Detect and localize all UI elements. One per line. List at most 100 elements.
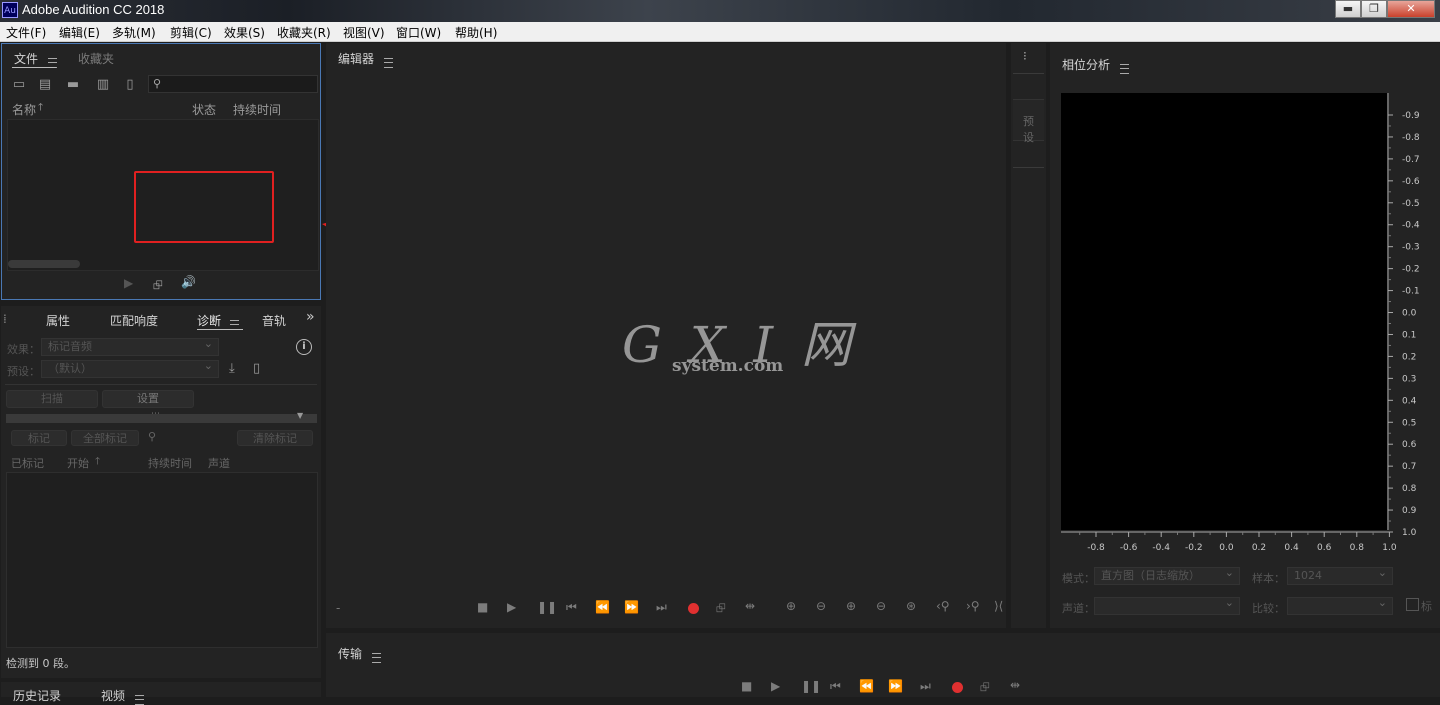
- record-icon[interactable]: [688, 603, 699, 614]
- tab-overflow-left[interactable]: ⁞: [3, 312, 7, 326]
- file-search-input[interactable]: ⚲: [148, 75, 318, 93]
- zoom-out-point-icon[interactable]: ›⚲: [966, 599, 980, 613]
- loop-playback-icon[interactable]: ⮺: [153, 276, 163, 297]
- x-tick-label: -0.2: [1185, 543, 1203, 553]
- save-preset-icon[interactable]: ⤓: [229, 362, 235, 376]
- menu-file[interactable]: 文件(F): [6, 24, 46, 41]
- play-icon[interactable]: ▶: [507, 600, 516, 614]
- autoplay-volume-icon[interactable]: 🔊: [181, 275, 196, 289]
- skip-to-end-icon[interactable]: ⏭: [920, 679, 931, 694]
- scan-button[interactable]: 扫描: [6, 390, 98, 408]
- mode-dropdown[interactable]: 直方图（日志缩放）: [1094, 565, 1240, 585]
- clear-marks-button[interactable]: 清除标记: [237, 430, 313, 446]
- close-button[interactable]: ✕: [1387, 0, 1435, 18]
- pause-icon[interactable]: ❚❚: [537, 600, 557, 614]
- splitter-handle[interactable]: ⋯ ▼: [6, 409, 317, 423]
- menu-clip[interactable]: 剪辑(C): [170, 24, 212, 41]
- stop-icon[interactable]: ■: [477, 600, 488, 614]
- loop-icon[interactable]: ⮺: [980, 678, 990, 699]
- preview-play-icon[interactable]: ▶: [124, 276, 133, 290]
- strip-menu-icon[interactable]: ⁝: [1023, 49, 1027, 63]
- zoom-out-amplitude-icon[interactable]: ⊖: [816, 599, 826, 613]
- diagnostics-menu-icon[interactable]: [230, 319, 239, 330]
- column-start[interactable]: 开始: [67, 455, 89, 471]
- menu-window[interactable]: 窗口(W): [396, 24, 441, 41]
- menu-view[interactable]: 视图(V): [343, 24, 385, 41]
- panel-overflow-icon[interactable]: »: [306, 309, 315, 325]
- tab-tracks[interactable]: 音轨: [262, 312, 286, 329]
- column-channel[interactable]: 声道: [208, 455, 230, 471]
- editor-menu-icon[interactable]: [384, 57, 393, 68]
- import-file-icon[interactable]: ▤: [36, 78, 54, 92]
- tab-video[interactable]: 视频: [101, 687, 125, 704]
- horizontal-scrollbar[interactable]: [8, 260, 80, 268]
- collapse-arrow-icon[interactable]: ▼: [297, 411, 303, 420]
- skip-to-start-icon[interactable]: ⏮: [566, 600, 577, 615]
- column-marked[interactable]: 已标记: [11, 455, 44, 471]
- sort-ascending-icon: 🡑: [38, 102, 44, 113]
- fast-forward-icon[interactable]: ⏩: [624, 600, 639, 614]
- video-menu-icon[interactable]: [135, 694, 144, 705]
- rewind-icon[interactable]: ⏪: [859, 679, 874, 693]
- open-folder-icon[interactable]: ▭: [11, 78, 27, 92]
- presets-tab[interactable]: 预设: [1013, 99, 1044, 144]
- pause-icon[interactable]: ❚❚: [801, 679, 821, 693]
- zoom-icon[interactable]: ⚲: [148, 430, 156, 444]
- column-status[interactable]: 状态: [192, 101, 216, 118]
- files-panel-menu-icon[interactable]: [48, 57, 57, 68]
- mark-checkbox[interactable]: [1406, 598, 1419, 611]
- restore-button[interactable]: ❐: [1361, 0, 1387, 18]
- channel-dropdown[interactable]: [1094, 595, 1240, 615]
- sample-dropdown[interactable]: 1024: [1287, 565, 1393, 585]
- record-icon[interactable]: [952, 682, 963, 693]
- zoom-selection-icon[interactable]: ⟩⟨: [994, 599, 1003, 613]
- skip-to-start-icon[interactable]: ⏮: [830, 679, 841, 694]
- effect-dropdown[interactable]: 标记音频: [41, 336, 219, 356]
- diagnostics-results-list[interactable]: [6, 472, 318, 648]
- info-icon[interactable]: i: [296, 339, 312, 355]
- compare-dropdown[interactable]: [1287, 595, 1393, 615]
- tab-favorites[interactable]: 收藏夹: [78, 50, 114, 67]
- menu-edit[interactable]: 编辑(E): [59, 24, 100, 41]
- editor-panel: 编辑器 G X I 网 system.com - ■ ▶ ❚❚ ⏮ ⏪ ⏩ ⏭ …: [326, 43, 1006, 628]
- zoom-in-amplitude-icon[interactable]: ⊕: [786, 599, 796, 613]
- zoom-full-icon[interactable]: ⊛: [906, 599, 916, 613]
- tab-files[interactable]: 文件: [14, 50, 38, 67]
- zoom-in-time-icon[interactable]: ⊕: [846, 599, 856, 613]
- insert-icon[interactable]: ▥: [92, 78, 114, 92]
- tab-properties[interactable]: 属性: [46, 312, 70, 329]
- transport-menu-icon[interactable]: [372, 652, 381, 663]
- minimize-button[interactable]: ▬: [1335, 0, 1361, 18]
- mark-all-button[interactable]: 全部标记: [71, 430, 139, 446]
- zoom-out-time-icon[interactable]: ⊖: [876, 599, 886, 613]
- column-duration[interactable]: 持续时间: [233, 101, 281, 118]
- tab-diagnostics[interactable]: 诊断: [197, 312, 221, 329]
- zoom-in-point-icon[interactable]: ‹⚲: [936, 599, 950, 613]
- skip-to-end-icon[interactable]: ⏭: [656, 600, 667, 615]
- y-tick-label: -0.6: [1402, 177, 1420, 187]
- delete-icon[interactable]: ▯: [123, 78, 137, 92]
- tab-match-loudness[interactable]: 匹配响度: [110, 312, 158, 329]
- rewind-icon[interactable]: ⏪: [595, 600, 610, 614]
- play-icon[interactable]: ▶: [771, 679, 780, 693]
- fast-forward-icon[interactable]: ⏩: [888, 679, 903, 693]
- new-file-icon[interactable]: ▬: [64, 78, 82, 92]
- preset-dropdown[interactable]: （默认）: [41, 358, 219, 378]
- skip-selection-icon[interactable]: ⇹: [1010, 678, 1020, 692]
- stop-icon[interactable]: ■: [741, 679, 752, 693]
- time-display: -: [336, 601, 341, 615]
- y-tick-label: 0.2: [1402, 352, 1416, 362]
- column-name[interactable]: 名称: [12, 101, 36, 118]
- menu-favorites[interactable]: 收藏夹(R): [277, 24, 331, 41]
- menu-help[interactable]: 帮助(H): [455, 24, 497, 41]
- menu-multitrack[interactable]: 多轨(M): [112, 24, 156, 41]
- mark-button[interactable]: 标记: [11, 430, 67, 446]
- tab-history[interactable]: 历史记录: [13, 687, 61, 704]
- x-tick-label: 0.4: [1284, 543, 1299, 553]
- settings-button[interactable]: 设置: [102, 390, 194, 408]
- delete-preset-icon[interactable]: ▯: [253, 362, 260, 376]
- menu-effects[interactable]: 效果(S): [224, 24, 265, 41]
- column-duration[interactable]: 持续时间: [148, 455, 192, 471]
- skip-selection-icon[interactable]: ⇹: [745, 599, 755, 613]
- loop-icon[interactable]: ⮺: [716, 599, 726, 620]
